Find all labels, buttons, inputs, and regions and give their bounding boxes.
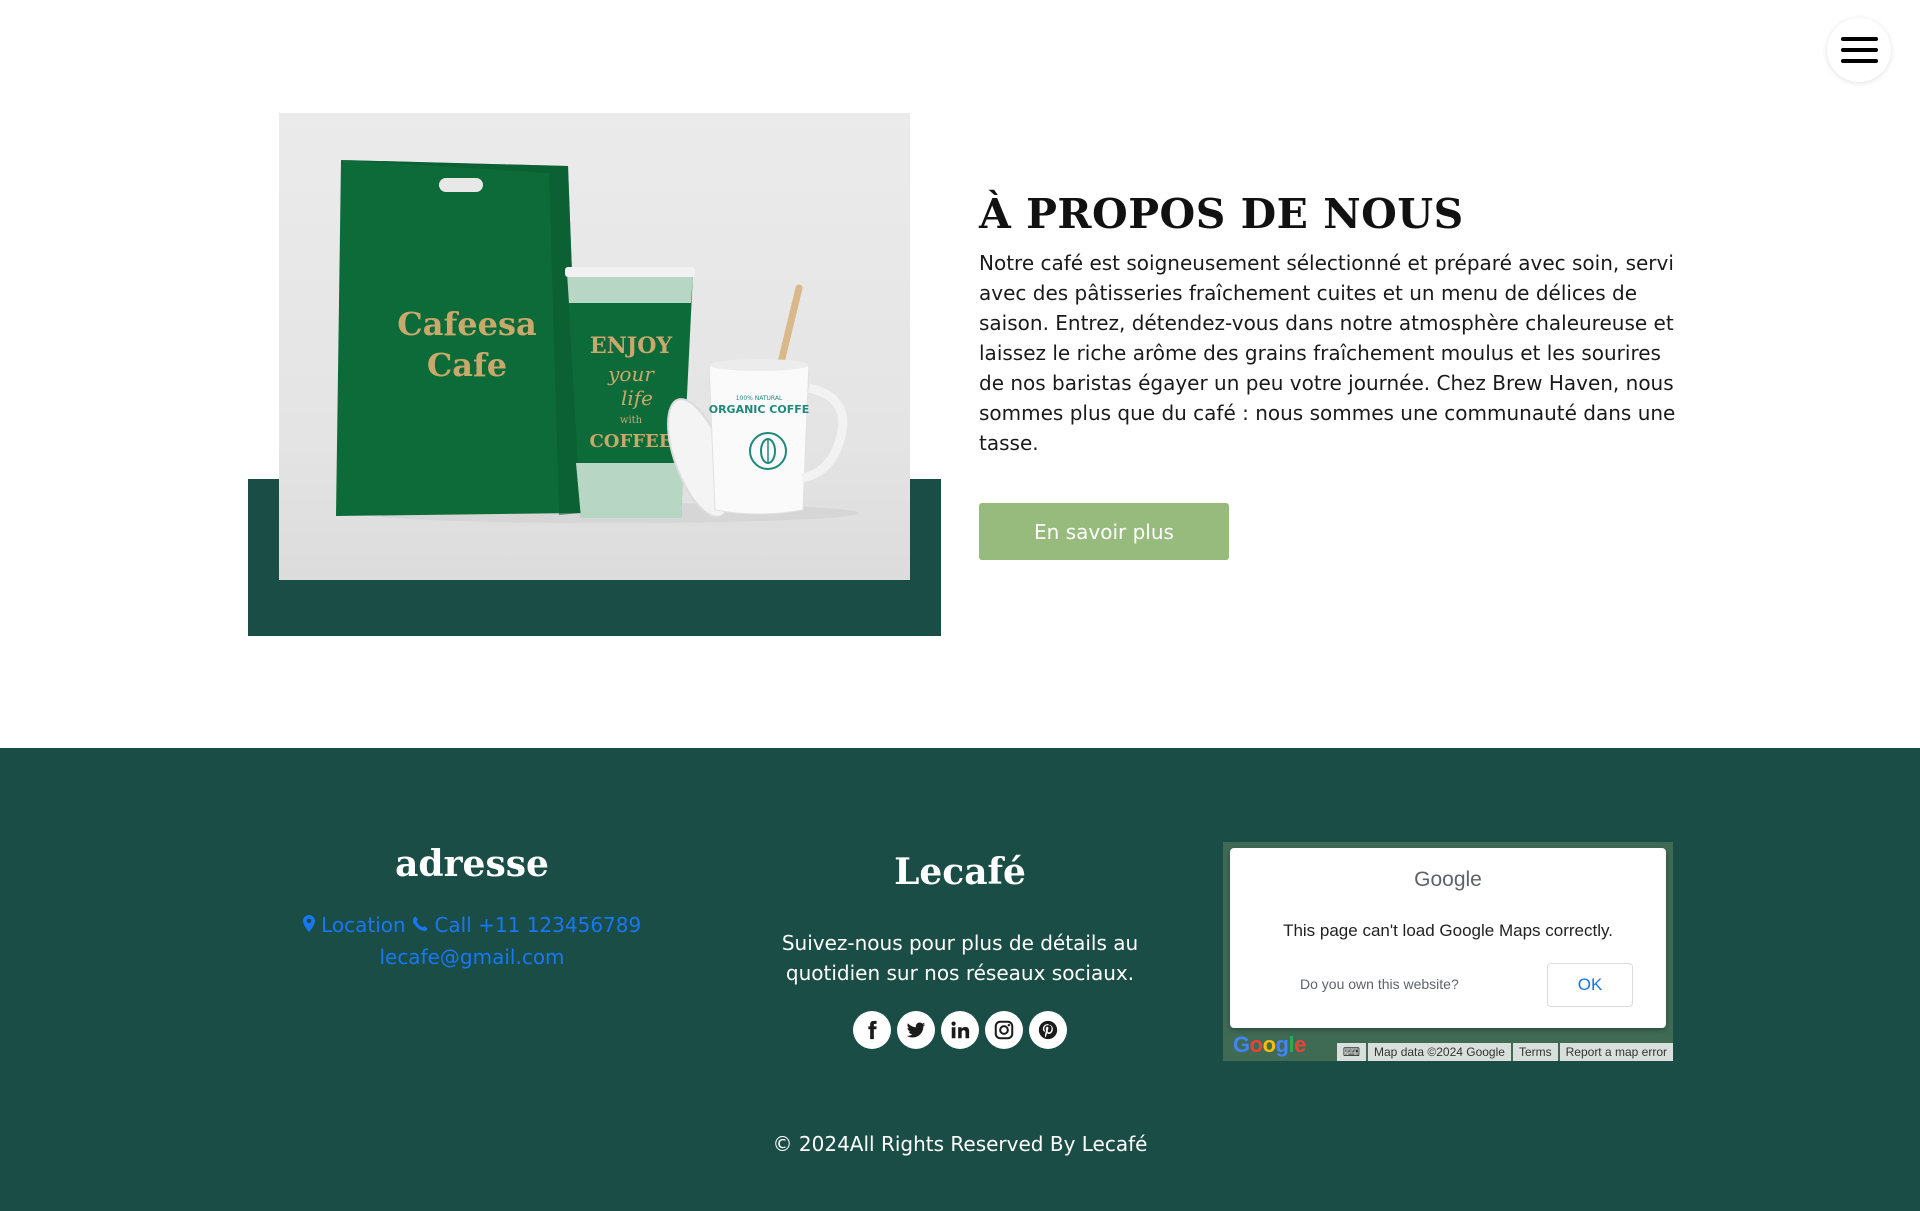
map-error-dialog: Google This page can't load Google Maps … [1230, 848, 1666, 1028]
svg-text:Cafe: Cafe [427, 346, 507, 384]
brand-title: Lecafé [894, 851, 1026, 893]
map-error-message: This page can't load Google Maps correct… [1283, 921, 1613, 940]
svg-text:your: your [607, 362, 655, 386]
phone-icon [412, 912, 428, 942]
instagram-icon[interactable] [985, 1011, 1023, 1049]
map-attribution-bar: ⌨ Map data ©2024 Google Terms Report a m… [1335, 1043, 1673, 1061]
svg-text:ORGANIC COFFE: ORGANIC COFFE [709, 403, 810, 416]
svg-text:100% NATURAL: 100% NATURAL [736, 395, 783, 402]
svg-text:ENJOY: ENJOY [590, 333, 672, 359]
map-terms-link[interactable]: Terms [1512, 1043, 1558, 1061]
google-logo: Google [1233, 1032, 1306, 1057]
svg-text:life: life [621, 386, 653, 410]
keyboard-shortcuts-icon[interactable]: ⌨ [1336, 1043, 1367, 1061]
hamburger-icon-line [1840, 37, 1878, 41]
map-marker-icon [302, 912, 315, 942]
svg-text:Cafeesa: Cafeesa [397, 305, 536, 343]
svg-text:with: with [620, 415, 643, 426]
about-image: Cafeesa Cafe ENJOY your life with COFFEE… [279, 113, 910, 580]
copyright-text: © 2024All Rights Reserved By Lecafé [772, 1132, 1148, 1156]
map-ok-button[interactable]: OK [1547, 963, 1633, 1007]
linkedin-icon[interactable] [941, 1011, 979, 1049]
location-label: Location [321, 913, 406, 937]
about-description: Notre café est soigneusement sélectionné… [979, 251, 1676, 455]
twitter-icon[interactable] [897, 1011, 935, 1049]
learn-more-button[interactable]: En savoir plus [979, 503, 1229, 560]
map-data-label: Map data ©2024 Google [1368, 1043, 1511, 1061]
address-links: Location Call +11 123456789 lecafe@gmail… [272, 910, 672, 972]
social-links [853, 1011, 1067, 1049]
map-report-link[interactable]: Report a map error [1559, 1043, 1673, 1061]
google-map[interactable]: Google This page can't load Google Maps … [1223, 842, 1673, 1061]
location-link[interactable]: Location [302, 913, 412, 937]
call-link[interactable]: Call +11 123456789 [412, 913, 641, 937]
pinterest-icon[interactable] [1029, 1011, 1067, 1049]
hamburger-icon-line [1840, 48, 1878, 52]
follow-text: Suivez-nous pour plus de détails au quot… [781, 931, 1139, 985]
hamburger-icon-line [1840, 59, 1878, 63]
svg-text:COFFEE: COFFEE [589, 431, 672, 452]
coffee-products-illustration: Cafeesa Cafe ENJOY your life with COFFEE… [336, 160, 859, 523]
call-label: Call +11 123456789 [434, 913, 642, 937]
address-title: adresse [395, 843, 549, 885]
google-wordmark: Google [1414, 868, 1482, 891]
email-link[interactable]: lecafe@gmail.com [379, 945, 564, 969]
own-website-question[interactable]: Do you own this website? [1300, 976, 1459, 992]
facebook-icon[interactable] [853, 1011, 891, 1049]
menu-button[interactable] [1827, 18, 1891, 82]
about-title: À PROPOS DE NOUS [979, 190, 1464, 238]
